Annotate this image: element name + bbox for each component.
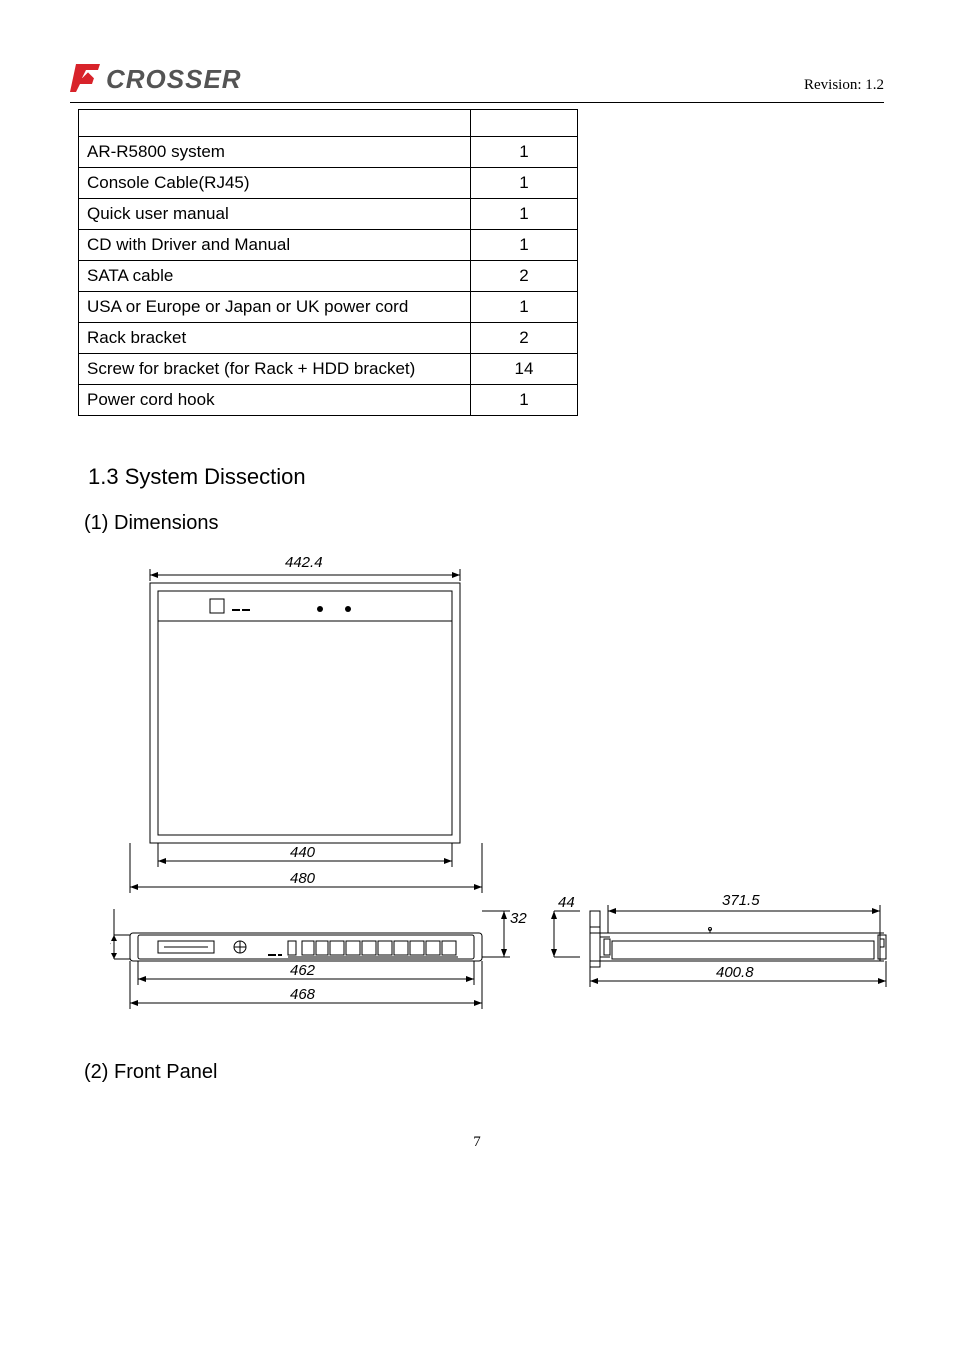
table-row: SATA cable2 (79, 261, 578, 292)
svg-text:462: 462 (290, 962, 316, 979)
svg-text:440: 440 (290, 844, 316, 861)
revision-label: Revision: 1.2 (804, 77, 884, 96)
table-row: AR-R5800 system1 (79, 137, 578, 168)
table-row: Quick user manual1 (79, 199, 578, 230)
table-row: Power cord hook1 (79, 385, 578, 416)
subsection-dimensions: (1) Dimensions (84, 512, 884, 535)
svg-text:32: 32 (510, 910, 527, 927)
svg-text:442.4: 442.4 (285, 554, 323, 571)
svg-text:480: 480 (290, 870, 316, 887)
table-row: Screw for bracket (for Rack + HDD bracke… (79, 354, 578, 385)
packing-list-table: AR-R5800 system1 Console Cable(RJ45)1 Qu… (78, 109, 578, 416)
table-row: Console Cable(RJ45)1 (79, 168, 578, 199)
svg-text:468: 468 (290, 986, 316, 1003)
table-row: USA or Europe or Japan or UK power cord1 (79, 292, 578, 323)
table-row: Rack bracket2 (79, 323, 578, 354)
table-row: CD with Driver and Manual1 (79, 230, 578, 261)
svg-text:371.5: 371.5 (722, 892, 760, 909)
svg-text:CROSSER: CROSSER (106, 64, 242, 94)
section-heading: 1.3 System Dissection (88, 464, 884, 490)
svg-text:44: 44 (558, 894, 575, 911)
page-number: 7 (70, 1134, 884, 1151)
svg-text:400.8: 400.8 (716, 964, 754, 981)
dimensions-diagram: 442.4 440 480 (110, 549, 884, 1033)
subsection-front-panel: (2) Front Panel (84, 1061, 884, 1084)
svg-text:7: 7 (110, 940, 111, 957)
header-divider (70, 102, 884, 103)
brand-logo: CROSSER (70, 60, 270, 96)
